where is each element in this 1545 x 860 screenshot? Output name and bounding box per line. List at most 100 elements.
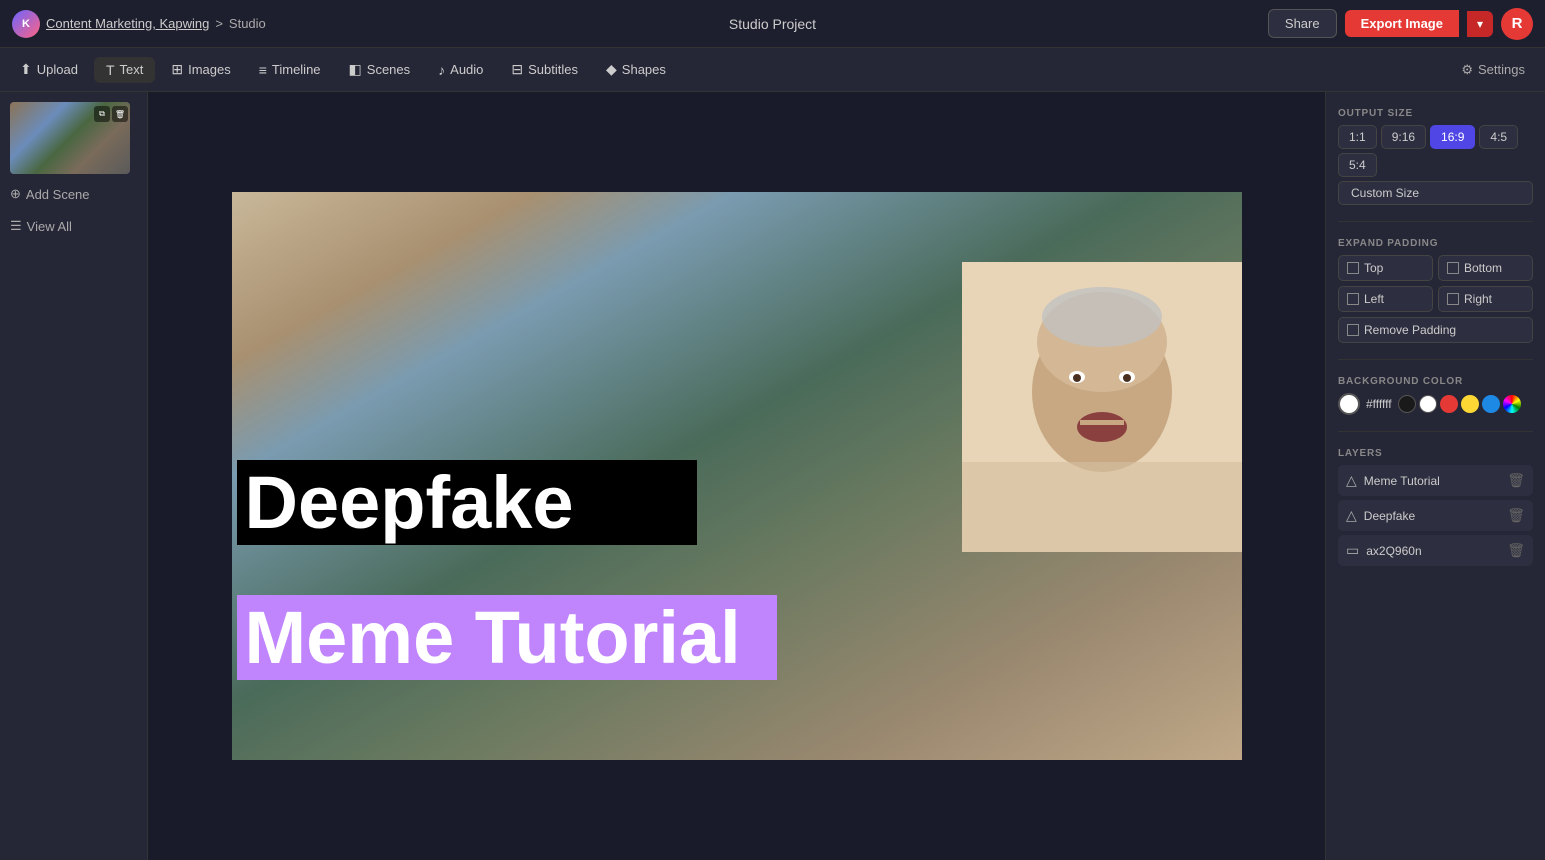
- inset-svg: [962, 262, 1242, 552]
- padding-right-button[interactable]: Right: [1438, 286, 1533, 312]
- canvas-area[interactable]: Deepfake Meme Tutorial: [148, 92, 1325, 860]
- images-icon: ⊞: [171, 61, 183, 78]
- color-white[interactable]: [1419, 395, 1437, 413]
- color-blue[interactable]: [1482, 395, 1500, 413]
- padding-left-icon: [1347, 293, 1359, 305]
- timeline-button[interactable]: ≡ Timeline: [247, 57, 333, 83]
- padding-grid: Top Bottom Left Right Remove Padding: [1338, 255, 1533, 343]
- audio-icon: ♪: [438, 62, 445, 78]
- layer-left-3: ▭ ax2Q960n: [1346, 542, 1422, 559]
- layer-meme-tutorial-delete[interactable]: 🗑: [1507, 472, 1525, 489]
- bg-color-row: #ffffff: [1338, 393, 1533, 415]
- layer-left-2: △ Deepfake: [1346, 507, 1415, 524]
- expand-padding-section: EXPAND PADDING Top Bottom Left Right: [1338, 238, 1533, 343]
- size-buttons: 1:1 9:16 16:9 4:5 5:4: [1338, 125, 1533, 177]
- size-1-1[interactable]: 1:1: [1338, 125, 1377, 149]
- export-button[interactable]: Export Image: [1345, 10, 1459, 37]
- color-hex-value: #ffffff: [1366, 397, 1392, 411]
- text-meme-tutorial[interactable]: Meme Tutorial: [237, 595, 777, 680]
- layers-title: LAYERS: [1338, 448, 1533, 459]
- padding-bottom-button[interactable]: Bottom: [1438, 255, 1533, 281]
- app-logo: K: [12, 10, 40, 38]
- upload-icon: ⬆: [20, 61, 32, 78]
- layer-deepfake-delete[interactable]: 🗑: [1507, 507, 1525, 524]
- plus-icon: ⊕: [10, 186, 21, 202]
- text-deepfake[interactable]: Deepfake: [237, 460, 697, 545]
- color-black[interactable]: [1398, 395, 1416, 413]
- layer-image-delete[interactable]: 🗑: [1507, 542, 1525, 559]
- breadcrumb-separator: >: [215, 16, 223, 31]
- padding-top-icon: [1347, 262, 1359, 274]
- size-16-9[interactable]: 16:9: [1430, 125, 1475, 149]
- layer-image-name: ax2Q960n: [1366, 544, 1421, 558]
- top-bar-actions: Share Export Image ▾ R: [1268, 8, 1533, 40]
- thumb-delete-button[interactable]: 🗑: [112, 106, 128, 122]
- output-size-title: OUTPUT SIZE: [1338, 108, 1533, 119]
- subtitles-icon: ⊟: [511, 61, 523, 78]
- inset-video[interactable]: [962, 262, 1242, 552]
- sidebar-left: Deepfake tutorial ⧉ 🗑 ⊕ Add Scene ☰ View…: [0, 92, 148, 860]
- size-5-4[interactable]: 5:4: [1338, 153, 1377, 177]
- color-yellow[interactable]: [1461, 395, 1479, 413]
- padding-bottom-icon: [1447, 262, 1459, 274]
- layer-meme-tutorial-name: Meme Tutorial: [1364, 474, 1440, 488]
- breadcrumb-link[interactable]: Content Marketing, Kapwing: [46, 16, 209, 31]
- scenes-icon: ◧: [349, 61, 362, 78]
- gear-icon: ⚙: [1461, 62, 1473, 78]
- shapes-button[interactable]: ◆ Shapes: [594, 56, 678, 83]
- toolbar: ⬆ Upload T Text ⊞ Images ≡ Timeline ◧ Sc…: [0, 48, 1545, 92]
- layer-image[interactable]: ▭ ax2Q960n 🗑: [1338, 535, 1533, 566]
- thumb-controls: ⧉ 🗑: [94, 106, 128, 122]
- canvas-frame[interactable]: Deepfake Meme Tutorial: [232, 192, 1242, 760]
- right-panel: OUTPUT SIZE 1:1 9:16 16:9 4:5 5:4 Custom…: [1325, 92, 1545, 860]
- studio-label: Studio: [229, 16, 266, 31]
- color-swatch-white[interactable]: [1338, 393, 1360, 415]
- color-gradient-picker[interactable]: [1503, 395, 1521, 413]
- thumb-copy-button[interactable]: ⧉: [94, 106, 110, 122]
- layer-deepfake[interactable]: △ Deepfake 🗑: [1338, 500, 1533, 531]
- add-scene-button[interactable]: ⊕ Add Scene: [10, 182, 137, 206]
- view-all-button[interactable]: ☰ View All: [10, 214, 137, 238]
- layer-deepfake-name: Deepfake: [1364, 509, 1415, 523]
- padding-right-icon: [1447, 293, 1459, 305]
- text-layer-icon: △: [1346, 472, 1357, 489]
- subtitles-button[interactable]: ⊟ Subtitles: [499, 56, 590, 83]
- shapes-icon: ◆: [606, 61, 617, 78]
- divider-2: [1338, 359, 1533, 360]
- top-bar: K Content Marketing, Kapwing > Studio St…: [0, 0, 1545, 48]
- scene-thumbnail[interactable]: Deepfake tutorial ⧉ 🗑: [10, 102, 130, 174]
- output-size-section: OUTPUT SIZE 1:1 9:16 16:9 4:5 5:4 Custom…: [1338, 108, 1533, 205]
- project-title: Studio Project: [729, 16, 816, 32]
- list-icon: ☰: [10, 218, 22, 234]
- custom-size-button[interactable]: Custom Size: [1338, 181, 1533, 205]
- layer-meme-tutorial[interactable]: △ Meme Tutorial 🗑: [1338, 465, 1533, 496]
- share-button[interactable]: Share: [1268, 9, 1337, 38]
- color-presets: [1398, 395, 1521, 413]
- bg-color-title: BACKGROUND COLOR: [1338, 376, 1533, 387]
- export-caret-button[interactable]: ▾: [1467, 11, 1493, 37]
- color-red[interactable]: [1440, 395, 1458, 413]
- size-4-5[interactable]: 4:5: [1479, 125, 1518, 149]
- layers-section: LAYERS △ Meme Tutorial 🗑 △ Deepfake 🗑 ▭ …: [1338, 448, 1533, 570]
- audio-button[interactable]: ♪ Audio: [426, 57, 495, 83]
- images-button[interactable]: ⊞ Images: [159, 56, 242, 83]
- main-layout: Deepfake tutorial ⧉ 🗑 ⊕ Add Scene ☰ View…: [0, 92, 1545, 860]
- padding-left-button[interactable]: Left: [1338, 286, 1433, 312]
- remove-padding-button[interactable]: Remove Padding: [1338, 317, 1533, 343]
- avatar[interactable]: R: [1501, 8, 1533, 40]
- upload-button[interactable]: ⬆ Upload: [8, 56, 90, 83]
- layer-left: △ Meme Tutorial: [1346, 472, 1440, 489]
- text-button[interactable]: T Text: [94, 57, 155, 83]
- scenes-button[interactable]: ◧ Scenes: [337, 56, 423, 83]
- divider-3: [1338, 431, 1533, 432]
- divider-1: [1338, 221, 1533, 222]
- bg-color-section: BACKGROUND COLOR #ffffff: [1338, 376, 1533, 415]
- remove-padding-icon: [1347, 324, 1359, 336]
- settings-button[interactable]: ⚙ Settings: [1449, 57, 1537, 83]
- breadcrumb-area: K Content Marketing, Kapwing > Studio: [12, 10, 266, 38]
- size-9-16[interactable]: 9:16: [1381, 125, 1426, 149]
- image-layer-icon: ▭: [1346, 542, 1359, 559]
- expand-padding-title: EXPAND PADDING: [1338, 238, 1533, 249]
- timeline-icon: ≡: [259, 62, 267, 78]
- padding-top-button[interactable]: Top: [1338, 255, 1433, 281]
